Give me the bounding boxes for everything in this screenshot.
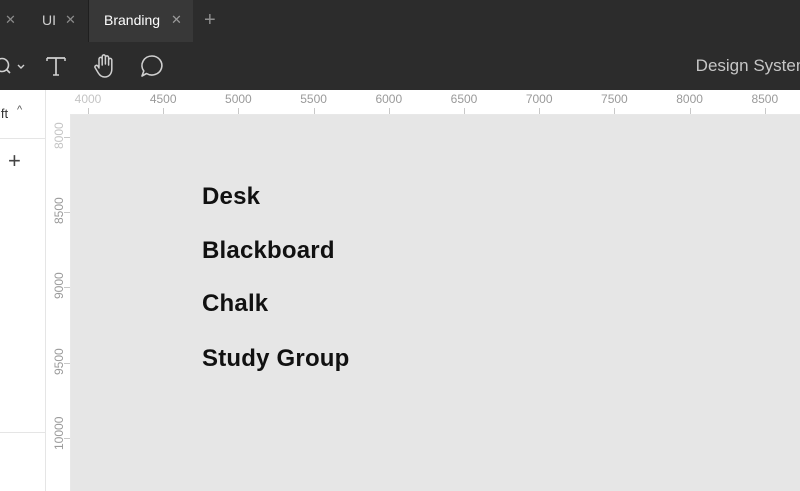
ruler-corner	[46, 90, 71, 115]
tab-ui[interactable]: UI ✕	[0, 0, 88, 42]
hand-icon	[94, 54, 113, 78]
close-icon[interactable]: ✕	[171, 12, 182, 28]
tab-branding[interactable]: Branding ✕	[89, 0, 193, 42]
document-title[interactable]: Design System	[696, 56, 800, 76]
tab-bar: ✕ UI ✕ Branding ✕ +	[0, 0, 800, 42]
text-icon	[46, 57, 66, 76]
ruler-mark	[764, 108, 766, 114]
ruler-label: 8500	[751, 92, 779, 106]
panel-label[interactable]: ift	[0, 106, 8, 121]
ruler-mark	[88, 108, 89, 114]
ruler-label: 6500	[450, 92, 478, 106]
ruler-label: 4500	[149, 92, 177, 106]
horizontal-ruler: 4000 4500 5000 5500 6000 6500 7000 7500 8000 8500	[70, 90, 800, 115]
ruler-mark	[163, 108, 165, 114]
ruler-label: 5000	[225, 92, 252, 106]
ruler-label: 8000	[676, 92, 703, 106]
ruler-mark	[64, 212, 70, 214]
ruler-mark	[64, 287, 70, 289]
zoom-icon	[0, 57, 25, 74]
text-layer-blackboard[interactable]: Blackboard	[202, 237, 335, 265]
ruler-mark	[313, 108, 315, 114]
zoom-tool-button[interactable]	[0, 50, 32, 82]
ruler-mark	[614, 108, 616, 114]
ruler-mark	[238, 108, 240, 114]
chevron-up-icon[interactable]: ^	[17, 104, 22, 116]
toolbar: Design System	[0, 42, 800, 90]
comment-icon	[141, 55, 163, 77]
tab-label: UI	[42, 12, 56, 28]
text-tool-button[interactable]	[42, 50, 70, 82]
text-layer-study-group[interactable]: Study Group	[202, 345, 350, 373]
ruler-mark	[388, 108, 390, 114]
divider	[0, 432, 45, 433]
canvas[interactable]: Desk Blackboard Chalk Study Group	[71, 115, 800, 491]
ruler-label: 4000	[74, 92, 102, 106]
tab-label: Branding	[104, 12, 161, 28]
ruler-label: 5500	[300, 92, 327, 106]
hand-tool-button[interactable]	[90, 50, 120, 82]
text-layer-chalk[interactable]: Chalk	[202, 290, 268, 318]
text-layer-desk[interactable]: Desk	[202, 183, 260, 211]
ruler-mark	[689, 108, 691, 114]
layers-panel: ift ^ +	[0, 90, 46, 491]
divider	[0, 138, 45, 139]
ruler-mark	[539, 108, 541, 114]
vertical-ruler: 8000 8500 9000 9500 10000	[46, 114, 71, 491]
ruler-label: 7500	[601, 92, 628, 106]
ruler-label: 6000	[375, 92, 403, 106]
add-tab-button[interactable]: +	[204, 9, 216, 32]
add-page-button[interactable]: +	[8, 150, 21, 172]
ruler-mark	[64, 437, 70, 439]
ruler-label: 7000	[525, 92, 553, 106]
ruler-mark	[64, 362, 70, 364]
close-icon[interactable]: ✕	[65, 12, 76, 28]
ruler-mark	[464, 108, 465, 114]
ruler-mark	[64, 137, 70, 138]
comment-tool-button[interactable]	[138, 50, 166, 82]
